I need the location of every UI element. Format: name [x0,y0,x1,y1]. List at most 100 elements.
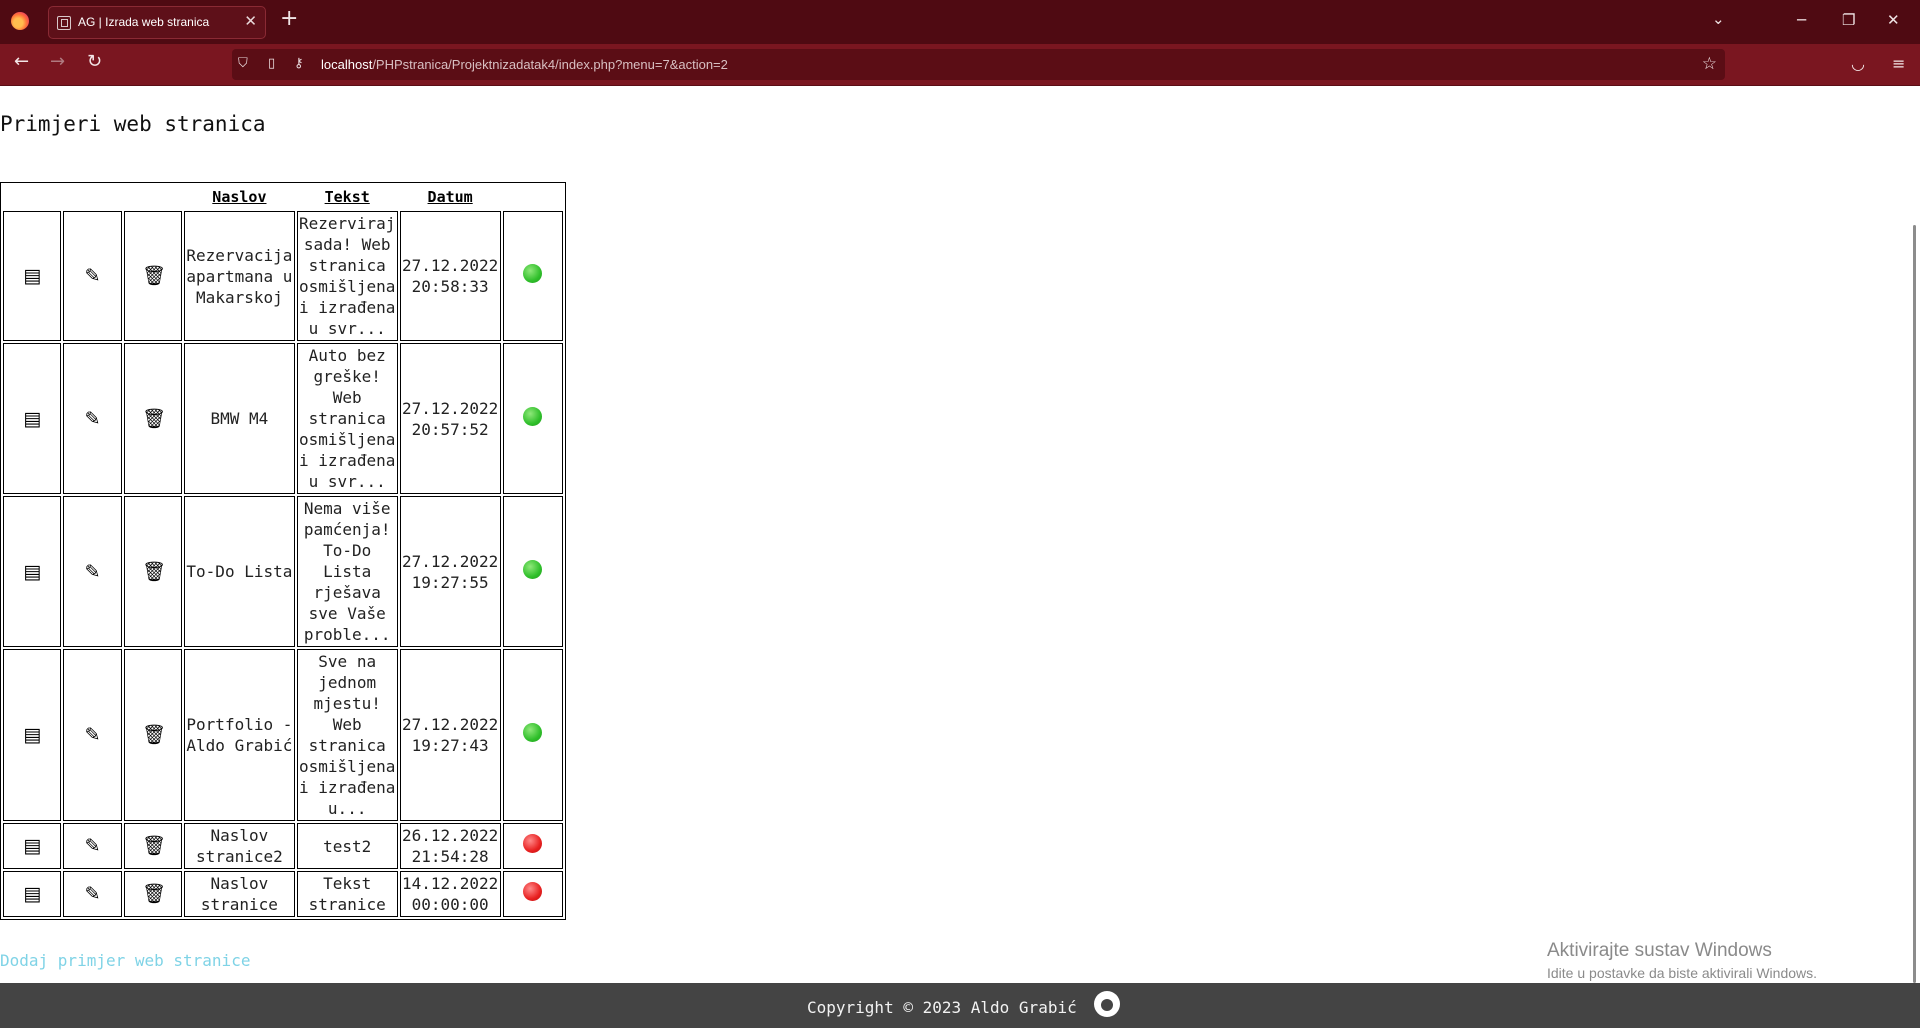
new-tab-button[interactable]: + [280,8,298,30]
pocket-icon[interactable]: ◡ [1851,54,1865,73]
delete-trash-icon[interactable]: 🗑 [142,724,166,746]
sort-datum-link[interactable]: Datum [428,188,473,206]
edit-pencil-icon[interactable]: ✎ [82,724,104,746]
url-host: localhost [321,57,373,72]
cell-tekst: Rezerviraj sada! Web stranica osmišljena… [296,211,398,341]
table-row: ▤ ✎ 🗑 To-Do Lista Nema više pamćenja! To… [3,496,563,647]
tab-close-icon[interactable]: ✕ [244,12,257,30]
table-row: ▤ ✎ 🗑 BMW M4 Auto bez greške! Web strani… [3,343,563,494]
sort-naslov-link[interactable]: Naslov [212,188,266,206]
view-cell: ▤ [3,496,62,647]
cell-datum: 27.12.2022 19:27:55 [399,496,501,647]
pages-table: Naslov Tekst Datum ▤ ✎ 🗑 Rezervacija apa… [0,182,566,920]
status-active-dot [523,406,543,426]
header-empty-delete [124,185,182,209]
tab-list-chevron-icon[interactable]: ⌄ [1712,10,1725,28]
menu-hamburger-icon[interactable]: ≡ [1892,54,1905,73]
delete-cell: 🗑 [123,496,183,647]
delete-cell: 🗑 [123,211,183,341]
edit-cell: ✎ [63,496,122,647]
github-icon[interactable] [1094,991,1120,1017]
page-title: Primjeri web stranica [0,112,266,136]
view-cell: ▤ [3,649,62,821]
cell-tekst: Sve na jednom mjestu! Web stranica osmiš… [296,649,398,821]
edit-pencil-icon[interactable]: ✎ [82,883,104,905]
cell-datum: 27.12.2022 20:57:52 [399,343,501,494]
view-details-icon[interactable]: ▤ [21,408,43,430]
status-inactive-dot [523,882,543,901]
header-empty-view [3,185,61,209]
view-cell: ▤ [3,343,62,494]
windows-activation-hint: Idite u postavke da biste aktivirali Win… [1547,965,1818,981]
tracking-shield-icon[interactable]: ⛉ [238,56,248,71]
edit-pencil-icon[interactable]: ✎ [82,265,104,287]
status-cell [502,211,563,341]
delete-trash-icon[interactable]: 🗑 [142,835,166,857]
address-bar[interactable]: ⛉ ▯ ⚷ localhost/PHPstranica/Projektnizad… [232,49,1725,80]
view-cell: ▤ [3,211,62,341]
view-details-icon[interactable]: ▤ [21,724,43,746]
add-example-link[interactable]: Dodaj primjer web stranice [0,951,250,970]
delete-trash-icon[interactable]: 🗑 [142,561,166,583]
cell-datum: 14.12.2022 00:00:00 [399,871,501,917]
minimize-window-icon[interactable]: ─ [1797,11,1806,29]
table-row: ▤ ✎ 🗑 Portfolio - Aldo Grabić Sve na jed… [3,649,563,821]
copyright-text: Copyright © 2023 Aldo Grabić [807,998,1077,1017]
view-details-icon[interactable]: ▤ [21,835,43,857]
cell-datum: 27.12.2022 20:58:33 [399,211,501,341]
page-info-icon[interactable]: ▯ [268,56,275,71]
view-cell: ▤ [3,871,62,917]
restore-window-icon[interactable]: ❐ [1842,11,1855,29]
edit-pencil-icon[interactable]: ✎ [82,561,104,583]
edit-pencil-icon[interactable]: ✎ [82,408,104,430]
edit-cell: ✎ [63,343,122,494]
page-favicon-icon [57,16,71,30]
edit-cell: ✎ [63,211,122,341]
cell-naslov: Rezervacija apartmana u Makarskoj [184,211,295,341]
sort-tekst-link[interactable]: Tekst [325,188,370,206]
reload-icon[interactable]: ↻ [87,53,102,71]
header-datum: Datum [400,185,501,209]
cell-naslov: Naslov stranice2 [184,823,295,869]
close-window-icon[interactable]: ✕ [1887,11,1900,29]
view-details-icon[interactable]: ▤ [21,265,43,287]
forward-arrow-icon[interactable]: → [50,53,65,71]
delete-trash-icon[interactable]: 🗑 [142,883,166,905]
permissions-key-icon[interactable]: ⚷ [294,56,304,71]
status-cell [502,871,563,917]
status-cell [502,649,563,821]
delete-trash-icon[interactable]: 🗑 [142,408,166,430]
cell-naslov: Portfolio - Aldo Grabić [184,649,295,821]
tab-title: AG | Izrada web stranica [78,15,210,29]
edit-cell: ✎ [63,823,122,869]
cell-naslov: To-Do Lista [184,496,295,647]
view-cell: ▤ [3,823,62,869]
cell-tekst: Auto bez greške! Web stranica osmišljena… [296,343,398,494]
header-naslov: Naslov [184,185,295,209]
delete-cell: 🗑 [123,343,183,494]
page-footer: Copyright © 2023 Aldo Grabić [0,983,1920,1028]
cell-tekst: Tekst stranice [296,871,398,917]
browser-tab-active[interactable]: AG | Izrada web stranica ✕ [48,6,266,39]
address-url[interactable]: localhost/PHPstranica/Projektnizadatak4/… [321,57,728,72]
cell-datum: 26.12.2022 21:54:28 [399,823,501,869]
edit-pencil-icon[interactable]: ✎ [82,835,104,857]
cell-tekst: Nema više pamćenja! To-Do Lista rješava … [296,496,398,647]
cell-naslov: BMW M4 [184,343,295,494]
delete-cell: 🗑 [123,649,183,821]
delete-trash-icon[interactable]: 🗑 [142,265,166,287]
bookmark-star-icon[interactable]: ☆ [1702,54,1717,74]
page-scrollbar[interactable] [1913,225,1916,983]
windows-activation-title: Aktivirajte sustav Windows [1547,940,1772,961]
delete-cell: 🗑 [123,871,183,917]
cell-datum: 27.12.2022 19:27:43 [399,649,501,821]
back-arrow-icon[interactable]: ← [14,53,29,71]
status-active-dot [523,723,543,742]
firefox-icon[interactable] [11,12,29,30]
browser-navigation-bar: ← → ↻ ⛉ ▯ ⚷ localhost/PHPstranica/Projek… [0,44,1920,86]
status-cell [502,343,563,494]
view-details-icon[interactable]: ▤ [21,883,43,905]
view-details-icon[interactable]: ▤ [21,561,43,583]
url-path: /PHPstranica/Projektnizadatak4/index.php… [372,57,728,72]
edit-cell: ✎ [63,871,122,917]
